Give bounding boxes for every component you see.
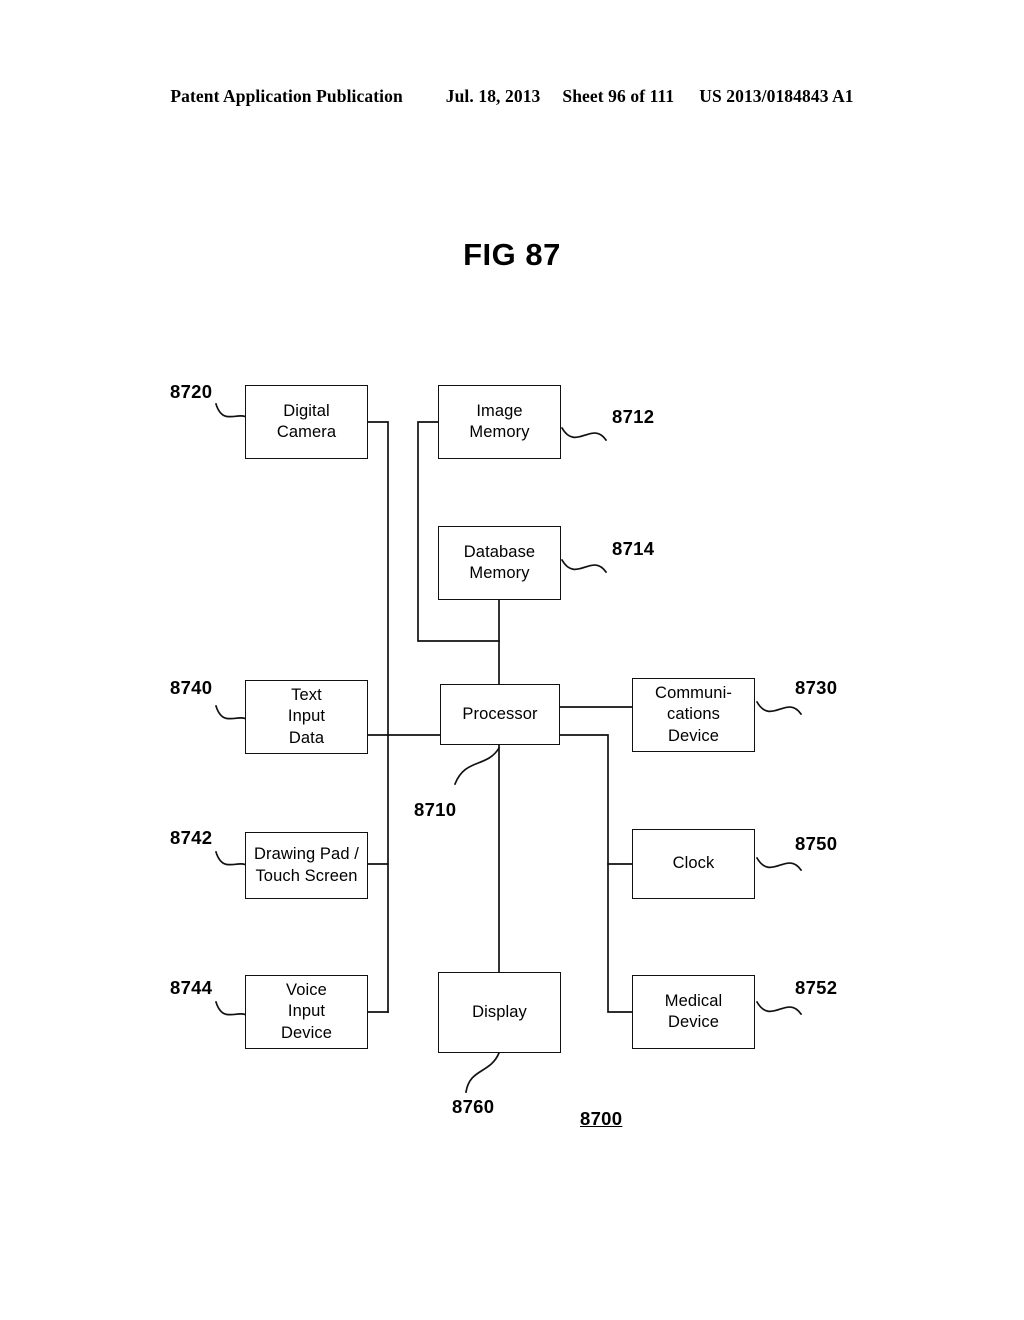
block-voice-input-device-label: Voice Input Device bbox=[280, 980, 333, 1042]
block-database-memory[interactable]: Database Memory bbox=[438, 526, 561, 600]
leader-8714 bbox=[560, 558, 608, 574]
block-text-input-data-label: Text Input Data bbox=[287, 685, 326, 747]
leader-8760 bbox=[465, 1051, 501, 1093]
ref-8760: 8760 bbox=[452, 1096, 495, 1117]
block-diagram: Digital Camera Image Memory Database Mem… bbox=[0, 0, 1024, 1320]
block-clock[interactable]: Clock bbox=[632, 829, 755, 899]
connector-lines bbox=[214, 402, 803, 1093]
block-medical-device[interactable]: Medical Device bbox=[632, 975, 755, 1049]
block-processor[interactable]: Processor bbox=[440, 684, 560, 745]
block-communications-device-label: Communi- cations Device bbox=[655, 683, 732, 745]
ref-8720: 8720 bbox=[170, 381, 213, 402]
block-database-memory-label: Database Memory bbox=[463, 542, 536, 582]
ref-system-8700: 8700 bbox=[580, 1108, 623, 1129]
block-drawing-pad-label: Drawing Pad / Touch Screen bbox=[254, 845, 359, 885]
block-digital-camera[interactable]: Digital Camera bbox=[245, 385, 368, 459]
block-medical-device-label: Medical Device bbox=[664, 991, 723, 1031]
block-image-memory-label: Image Memory bbox=[469, 401, 530, 441]
leader-8750 bbox=[755, 856, 803, 872]
block-display-label: Display bbox=[472, 1002, 527, 1021]
wire-right-bus bbox=[559, 734, 633, 1013]
ref-8730: 8730 bbox=[795, 677, 838, 698]
leader-8710 bbox=[453, 746, 501, 786]
ref-8714: 8714 bbox=[612, 538, 655, 559]
ref-8752: 8752 bbox=[795, 977, 838, 998]
block-communications-device[interactable]: Communi- cations Device bbox=[632, 678, 755, 752]
leader-8752 bbox=[755, 1000, 803, 1016]
wire-camera-to-processor bbox=[367, 421, 389, 736]
ref-8742: 8742 bbox=[170, 827, 213, 848]
ref-8712: 8712 bbox=[612, 406, 655, 427]
block-image-memory[interactable]: Image Memory bbox=[438, 385, 561, 459]
block-digital-camera-label: Digital Camera bbox=[276, 401, 337, 441]
ref-8740: 8740 bbox=[170, 677, 213, 698]
block-display[interactable]: Display bbox=[438, 972, 561, 1053]
block-drawing-pad[interactable]: Drawing Pad / Touch Screen bbox=[245, 832, 368, 899]
ref-8744: 8744 bbox=[170, 977, 213, 998]
leader-8730 bbox=[755, 700, 803, 716]
block-clock-label: Clock bbox=[672, 854, 715, 873]
block-processor-label: Processor bbox=[462, 704, 538, 723]
ref-8710: 8710 bbox=[414, 799, 457, 820]
block-text-input-data[interactable]: Text Input Data bbox=[245, 680, 368, 754]
block-voice-input-device[interactable]: Voice Input Device bbox=[245, 975, 368, 1049]
leader-8712 bbox=[560, 426, 608, 442]
ref-8750: 8750 bbox=[795, 833, 838, 854]
